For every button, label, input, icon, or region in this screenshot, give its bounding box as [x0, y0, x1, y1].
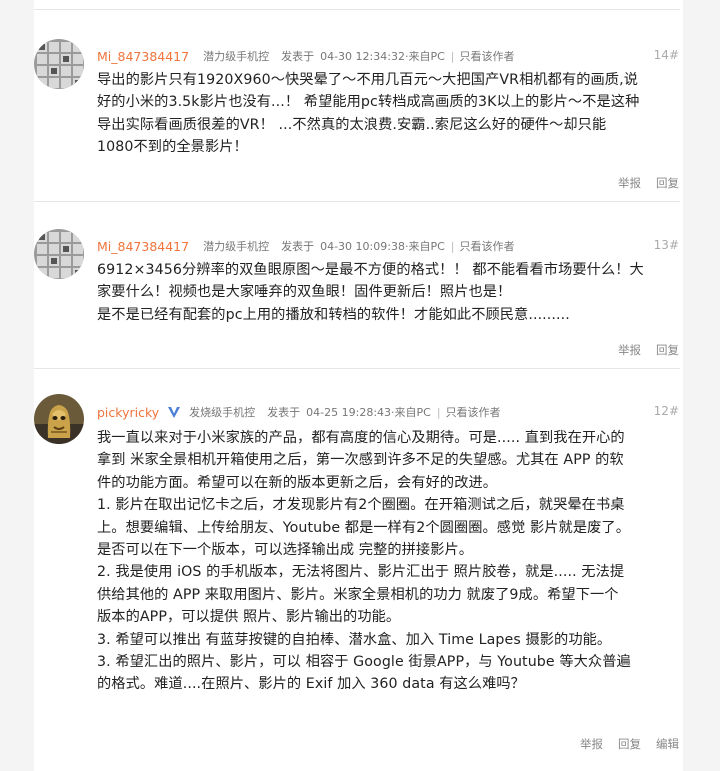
- content-line: 6912×3456分辨率的双鱼眼原图～是最不方便的格式！！ 都不能看看市场要什么…: [97, 262, 644, 278]
- post-meta: pickyricky 发烧级手机控 发表于 04-25 19:28:43 ·来自…: [97, 403, 501, 421]
- reply-button[interactable]: 回复: [618, 736, 641, 752]
- avatar[interactable]: [34, 39, 84, 89]
- author-only-link[interactable]: 只看该作者: [460, 238, 515, 254]
- post-meta: Mi_847384417 潜力级手机控 发表于 04-30 10:09:38 ·…: [97, 237, 515, 255]
- content-line: 好的小米的3.5k影片也没有...！ 希望能用pc转档成高画质的3K以上的影片～…: [97, 94, 640, 111]
- divider: |: [436, 405, 441, 419]
- report-button[interactable]: 举报: [618, 175, 641, 191]
- content-line: 3. 希望可以推出 有蓝芽按键的自拍棒、潜水盒、加入 Time Lapes 摄影…: [97, 631, 612, 648]
- report-button[interactable]: 举报: [580, 736, 603, 752]
- report-button[interactable]: 举报: [618, 342, 641, 358]
- content-line: 版本的APP，可以提供 照片、影片输出的功能。: [97, 609, 401, 626]
- content-line: 的格式。难道....在照片、影片的 Exif 加入 360 data 有这么难吗…: [97, 676, 525, 693]
- author-only-link[interactable]: 只看该作者: [460, 48, 515, 64]
- content-line: 导出的影片只有1920X960～快哭晕了～不用几百元～大把国产VR相机都有的画质…: [97, 72, 638, 88]
- verified-v-icon: [167, 406, 181, 419]
- post-actions: 举报 回复: [618, 342, 679, 358]
- username-link[interactable]: Mi_847384417: [97, 239, 189, 254]
- username-link[interactable]: pickyricky: [97, 405, 159, 420]
- author-only-link[interactable]: 只看该作者: [446, 404, 501, 420]
- post-source: ·来自PC: [404, 240, 445, 253]
- content-line: 1. 影片在取出记忆卡之后，才发现影片有2个圈圈。在开箱测试之后，就哭晕在书桌: [97, 497, 625, 514]
- post-source: ·来自PC: [404, 50, 445, 63]
- post-meta: Mi_847384417 潜力级手机控 发表于 04-30 12:34:32 ·…: [97, 47, 515, 65]
- content-line: 是不是已经有配套的pc上用的播放和转档的软件！才能如此不顾民意.........: [97, 306, 570, 323]
- post-actions: 举报 回复: [618, 175, 679, 191]
- content-line: 导出实际看画质很差的VR！ ...不然真的太浪费.安霸..索尼这么好的硬件～却只…: [97, 116, 607, 133]
- posted-label: 发表于: [281, 240, 315, 253]
- content-line: 1080不到的全景影片！: [97, 139, 248, 156]
- content-line: 上。想要编辑、上传给朋友、Youtube 都是一样有2个圆圈圈。感觉 影片就是废…: [97, 519, 630, 536]
- separator: [34, 201, 680, 202]
- username-link[interactable]: Mi_847384417: [97, 49, 189, 64]
- content-line: 是否可以在下一个版本，可以选择输出成 完整的拼接影片。: [97, 542, 474, 559]
- reply-button[interactable]: 回复: [656, 342, 679, 358]
- post-content: 我一直以来对于小米家族的产品，都有高度的信心及期待。可是..... 直到我在开心…: [97, 427, 683, 696]
- floor-number: 13#: [653, 238, 679, 252]
- floor-number: 14#: [653, 48, 679, 62]
- divider: |: [450, 239, 455, 253]
- floor-number: 12#: [653, 404, 679, 418]
- avatar[interactable]: [34, 229, 84, 279]
- post-time: 04-30 10:09:38: [320, 239, 405, 253]
- avatar[interactable]: [34, 394, 84, 444]
- content-line: 我一直以来对于小米家族的产品，都有高度的信心及期待。可是..... 直到我在开心…: [97, 430, 625, 446]
- reply-button[interactable]: 回复: [656, 175, 679, 191]
- divider: |: [450, 49, 455, 63]
- post-actions: 举报 回复 编辑: [580, 736, 679, 752]
- content-line: 拿到 米家全景相机开箱使用之后，第一次感到许多不足的失望感。尤其在 APP 的软: [97, 452, 624, 469]
- post-time: 04-25 19:28:43: [306, 405, 392, 419]
- separator: [34, 9, 680, 10]
- content-line: 家要什么！视频也是大家唾弃的双鱼眼！固件更新后！照片也是！: [97, 284, 512, 301]
- post-content: 6912×3456分辨率的双鱼眼原图～是最不方便的格式！！ 都不能看看市场要什么…: [97, 259, 683, 326]
- content-line: 件的功能方面。希望可以在新的版本更新之后，会有好的改进。: [97, 474, 498, 491]
- post-time: 04-30 12:34:32: [320, 49, 405, 63]
- edit-button[interactable]: 编辑: [656, 736, 679, 752]
- post-source: ·来自PC: [391, 406, 431, 419]
- user-level: 发烧级手机控: [189, 406, 256, 419]
- user-level: 潜力级手机控: [203, 50, 270, 63]
- posted-label: 发表于: [281, 50, 315, 63]
- content-line: 供给其他的 APP 来取用图片、影片。米家全景相机的功力 就废了9成。希望下一个: [97, 586, 619, 603]
- separator: [34, 368, 680, 369]
- posted-label: 发表于: [267, 406, 301, 419]
- user-level: 潜力级手机控: [203, 240, 270, 253]
- post-content: 导出的影片只有1920X960～快哭晕了～不用几百元～大把国产VR相机都有的画质…: [97, 69, 683, 159]
- content-line: 2. 我是使用 iOS 的手机版本，无法将图片、影片汇出于 照片胶卷，就是...…: [97, 564, 625, 581]
- content-line: 3. 希望汇出的照片、影片，可以 相容于 Google 街景APP，与 Yout…: [97, 654, 631, 671]
